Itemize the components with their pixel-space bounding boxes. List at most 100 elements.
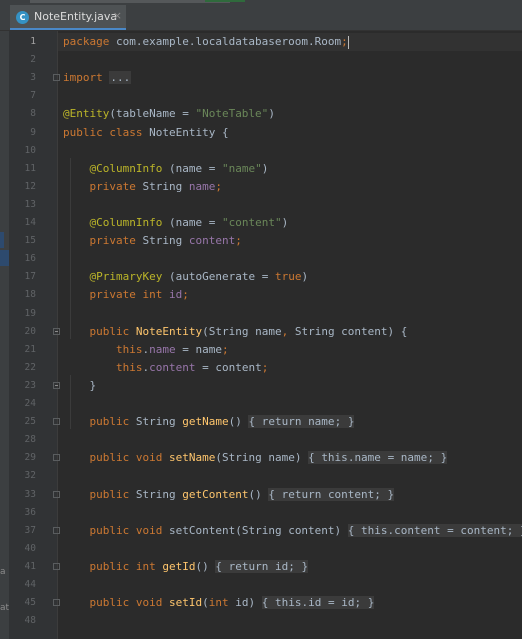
code-token: NoteEntity bbox=[135, 324, 203, 338]
code-line[interactable]: import ... bbox=[58, 69, 522, 87]
code-token: String bbox=[142, 234, 189, 248]
code-token: public bbox=[89, 324, 136, 338]
code-line[interactable]: public String getName() { return name; } bbox=[58, 413, 522, 431]
code-token: @PrimaryKey bbox=[89, 270, 169, 284]
code-text: private String content; bbox=[63, 232, 242, 250]
code-editor[interactable]: package com.example.localdatabaseroom.Ro… bbox=[58, 31, 522, 639]
code-token: { bbox=[268, 487, 282, 501]
code-line[interactable] bbox=[58, 576, 522, 594]
code-line[interactable] bbox=[58, 395, 522, 413]
code-line[interactable]: @PrimaryKey (autoGenerate = true) bbox=[58, 268, 522, 286]
code-line[interactable]: } bbox=[58, 377, 522, 395]
code-line[interactable] bbox=[58, 250, 522, 268]
code-token: ; bbox=[182, 288, 189, 302]
code-token: name bbox=[149, 342, 183, 356]
code-token: (autoGenerate = bbox=[168, 270, 275, 284]
text-caret bbox=[347, 35, 349, 49]
code-line[interactable] bbox=[58, 196, 522, 214]
code-token: (String name) bbox=[215, 451, 309, 465]
line-number: 37 bbox=[24, 524, 36, 536]
code-token: = name bbox=[387, 451, 428, 465]
code-line[interactable]: @ColumnInfo (name = "content") bbox=[58, 214, 522, 232]
code-line[interactable]: @ColumnInfo (name = "name") bbox=[58, 160, 522, 178]
code-token: ; bbox=[261, 360, 269, 374]
code-line[interactable]: public void setName(String name) { this.… bbox=[58, 449, 522, 467]
code-token: return bbox=[228, 559, 275, 573]
line-number: 33 bbox=[24, 488, 36, 500]
code-line[interactable]: public void setId(int id) { this.id = id… bbox=[58, 594, 522, 612]
editor-tab-bar: C NoteEntity.java × bbox=[0, 5, 522, 31]
code-text: } bbox=[63, 377, 96, 395]
line-number: 19 bbox=[24, 307, 36, 319]
tab-note-entity-java[interactable]: C NoteEntity.java × bbox=[10, 5, 126, 30]
code-line[interactable] bbox=[58, 305, 522, 323]
code-token: getContent bbox=[182, 487, 249, 501]
code-line[interactable] bbox=[58, 87, 522, 105]
tab-title: NoteEntity.java bbox=[34, 10, 118, 23]
line-number-gutter[interactable]: 1 2 3 7 8 9 10 11 12 13 14 15 16 17 18 19 20 21 22 23 24 25 28… bbox=[9, 31, 60, 639]
code-token: ) bbox=[281, 216, 289, 229]
line-number: 9 bbox=[30, 126, 36, 138]
code-token: (tableName = bbox=[109, 107, 196, 121]
clipped-panel-text: at bbox=[0, 603, 10, 613]
code-line[interactable]: public NoteEntity(String name, String co… bbox=[58, 323, 522, 341]
code-token: true bbox=[274, 270, 302, 284]
line-number: 40 bbox=[24, 542, 36, 554]
code-line[interactable] bbox=[58, 612, 522, 630]
indent-guide bbox=[70, 157, 71, 339]
code-line[interactable] bbox=[58, 504, 522, 522]
code-token: private int bbox=[89, 288, 169, 302]
code-token: String bbox=[142, 179, 189, 193]
clipped-panel-text: a bbox=[0, 567, 6, 577]
code-line[interactable] bbox=[58, 142, 522, 160]
code-token: public void bbox=[89, 523, 169, 537]
code-token: public void bbox=[89, 451, 169, 465]
code-token: package bbox=[63, 35, 116, 48]
code-line[interactable] bbox=[58, 540, 522, 558]
code-token: "content" bbox=[221, 216, 282, 229]
code-token: (name = bbox=[168, 216, 222, 229]
code-token: } bbox=[387, 487, 395, 501]
line-number: 25 bbox=[24, 416, 36, 428]
code-token: (String name bbox=[202, 324, 282, 338]
code-line[interactable]: public void setContent(String content) {… bbox=[58, 522, 522, 540]
code-line[interactable] bbox=[58, 467, 522, 485]
code-token: int bbox=[208, 596, 236, 610]
code-line[interactable]: public int getId() { return id; } bbox=[58, 558, 522, 576]
code-line[interactable]: public class NoteEntity { bbox=[58, 124, 522, 142]
code-token: ; bbox=[427, 451, 441, 465]
code-line[interactable]: public String getContent() { return cont… bbox=[58, 486, 522, 504]
line-number: 12 bbox=[24, 180, 36, 192]
code-line[interactable]: private String name; bbox=[58, 178, 522, 196]
code-token: id bbox=[274, 559, 289, 573]
line-number: 28 bbox=[24, 434, 36, 446]
code-token: { bbox=[215, 559, 229, 573]
code-token: ; bbox=[288, 559, 302, 573]
close-icon[interactable]: × bbox=[113, 9, 122, 22]
code-token: public bbox=[89, 415, 136, 429]
code-token: ) bbox=[261, 161, 269, 175]
code-token: private bbox=[89, 234, 143, 248]
code-token: ; bbox=[235, 234, 242, 248]
code-line[interactable]: private int id; bbox=[58, 286, 522, 304]
code-line[interactable] bbox=[58, 431, 522, 449]
code-token: this bbox=[274, 596, 302, 610]
line-number: 22 bbox=[24, 361, 36, 373]
line-number: 14 bbox=[24, 217, 36, 228]
code-token: public int bbox=[89, 559, 163, 573]
code-line[interactable] bbox=[58, 51, 522, 69]
code-line[interactable]: this.content = content; bbox=[58, 359, 522, 377]
code-token: id bbox=[168, 288, 183, 302]
code-line[interactable]: private String content; bbox=[58, 232, 522, 250]
code-line[interactable]: this.name = name; bbox=[58, 341, 522, 359]
code-token: { bbox=[308, 451, 322, 465]
code-line[interactable]: @Entity(tableName = "NoteTable") bbox=[58, 105, 522, 123]
code-token: , bbox=[281, 324, 295, 338]
code-line[interactable]: package com.example.localdatabaseroom.Ro… bbox=[58, 33, 522, 51]
code-token: { bbox=[347, 523, 362, 537]
